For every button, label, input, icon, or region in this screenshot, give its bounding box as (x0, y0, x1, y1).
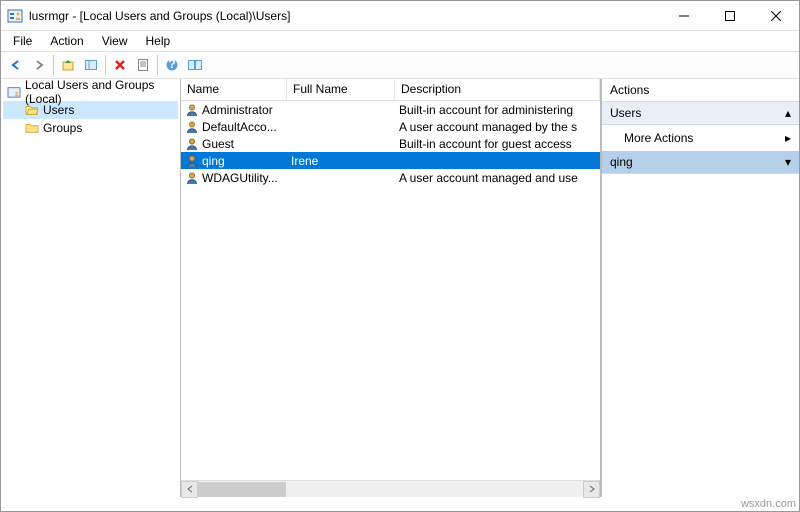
user-row[interactable]: Guest Built-in account for guest access (181, 135, 600, 152)
list-pane: Name Full Name Description Administrator… (181, 79, 601, 497)
list-header: Name Full Name Description (181, 79, 600, 101)
menu-action[interactable]: Action (42, 32, 91, 50)
user-fullname: Irene (291, 154, 318, 168)
user-description: Built-in account for administering (399, 103, 573, 117)
menu-file[interactable]: File (5, 32, 40, 50)
actions-group-selected-label: qing (610, 155, 633, 169)
menu-bar: File Action View Help (1, 31, 799, 51)
user-icon (185, 171, 199, 185)
tree-groups[interactable]: Groups (3, 119, 178, 137)
toolbar-separator (105, 55, 106, 75)
user-description: Built-in account for guest access (399, 137, 572, 151)
show-hide-tree-button[interactable] (80, 54, 102, 76)
user-name: qing (202, 154, 225, 168)
user-row[interactable]: DefaultAcco... A user account managed by … (181, 118, 600, 135)
more-actions-label: More Actions (624, 131, 693, 145)
refresh-button[interactable] (184, 54, 206, 76)
svg-text:?: ? (168, 58, 175, 71)
watermark: wsxdn.com (741, 498, 796, 512)
scroll-right-button[interactable] (583, 481, 600, 498)
more-actions[interactable]: More Actions ▸ (602, 125, 799, 151)
actions-pane: Actions Users ▴ More Actions ▸ qing ▾ (601, 79, 799, 497)
help-button[interactable]: ? (161, 54, 183, 76)
user-description: A user account managed by the s (399, 120, 577, 134)
content-area: Local Users and Groups (Local) Users Gro… (1, 79, 799, 497)
maximize-button[interactable] (707, 1, 753, 31)
menu-view[interactable]: View (94, 32, 136, 50)
actions-group-users[interactable]: Users ▴ (602, 102, 799, 125)
user-row[interactable]: WDAGUtility... A user account managed and… (181, 169, 600, 186)
collapse-down-icon: ▾ (785, 155, 791, 169)
actions-title: Actions (602, 79, 799, 102)
delete-button[interactable] (109, 54, 131, 76)
horizontal-scrollbar[interactable] (181, 480, 600, 497)
user-name: WDAGUtility... (202, 171, 278, 185)
column-description[interactable]: Description (395, 79, 600, 100)
toolbar-separator (157, 55, 158, 75)
lusrmgr-icon (7, 86, 21, 98)
collapse-up-icon: ▴ (785, 106, 791, 120)
close-button[interactable] (753, 1, 799, 31)
up-button[interactable] (57, 54, 79, 76)
user-icon (185, 137, 199, 151)
folder-icon (25, 122, 39, 134)
actions-group-selected[interactable]: qing ▾ (602, 151, 799, 174)
column-name[interactable]: Name (181, 79, 287, 100)
tree-pane: Local Users and Groups (Local) Users Gro… (1, 79, 181, 497)
actions-group-users-label: Users (610, 106, 641, 120)
tree-root[interactable]: Local Users and Groups (Local) (3, 83, 178, 101)
scroll-left-button[interactable] (181, 481, 198, 498)
submenu-arrow-icon: ▸ (785, 131, 791, 145)
tree-groups-label: Groups (43, 121, 82, 135)
tree-root-label: Local Users and Groups (Local) (25, 78, 178, 106)
scroll-thumb[interactable] (198, 482, 286, 497)
user-name: Guest (202, 137, 234, 151)
user-icon (185, 103, 199, 117)
user-row[interactable]: qing Irene (181, 152, 600, 169)
user-icon (185, 154, 199, 168)
app-icon (7, 8, 23, 24)
list-body: Administrator Built-in account for admini… (181, 101, 600, 480)
toolbar: ? (1, 51, 799, 79)
minimize-button[interactable] (661, 1, 707, 31)
properties-button[interactable] (132, 54, 154, 76)
toolbar-separator (53, 55, 54, 75)
user-name: DefaultAcco... (202, 120, 277, 134)
forward-button[interactable] (28, 54, 50, 76)
back-button[interactable] (5, 54, 27, 76)
title-bar: lusrmgr - [Local Users and Groups (Local… (1, 1, 799, 31)
scroll-track[interactable] (198, 482, 583, 497)
user-description: A user account managed and use (399, 171, 578, 185)
window-title: lusrmgr - [Local Users and Groups (Local… (29, 9, 661, 23)
column-fullname[interactable]: Full Name (287, 79, 395, 100)
folder-open-icon (25, 104, 39, 116)
tree-users-label: Users (43, 103, 74, 117)
user-name: Administrator (202, 103, 273, 117)
user-icon (185, 120, 199, 134)
menu-help[interactable]: Help (138, 32, 179, 50)
user-row[interactable]: Administrator Built-in account for admini… (181, 101, 600, 118)
